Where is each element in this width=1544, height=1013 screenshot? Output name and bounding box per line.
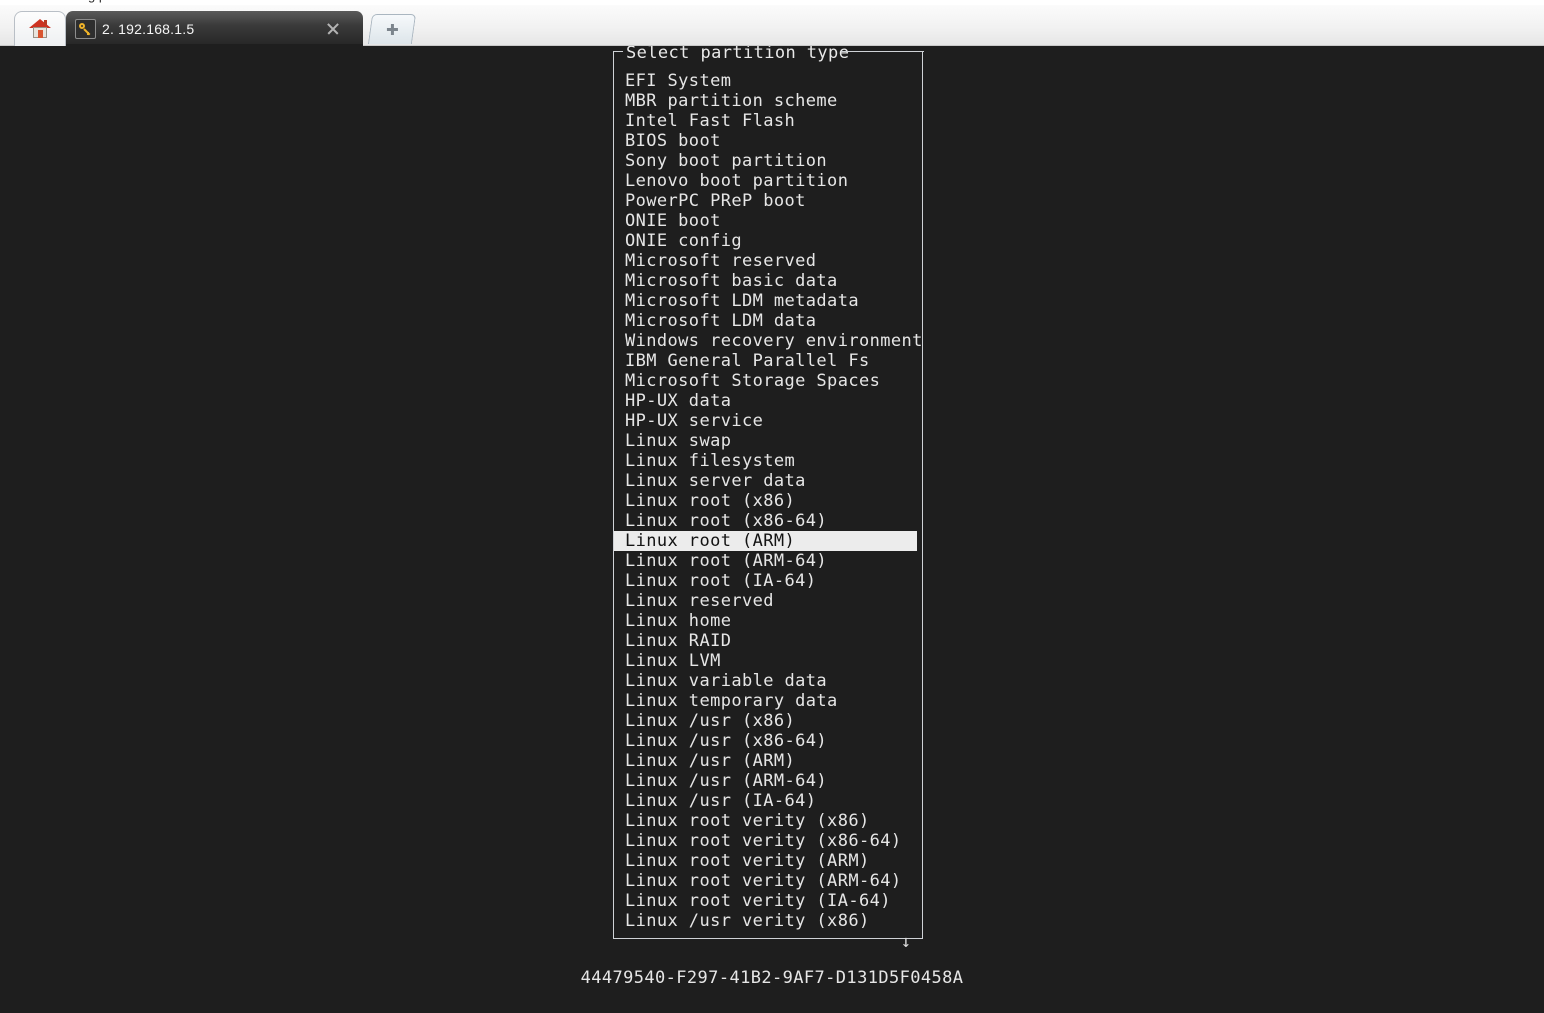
partition-type-option[interactable]: Linux root (x86-64) [614,511,922,531]
select-partition-type-dialog: Select partition type EFI System MBR part… [613,46,924,951]
partition-type-option[interactable]: Linux /usr (x86) [614,711,922,731]
partition-type-option[interactable]: EFI System [614,71,922,91]
partition-type-option[interactable]: Linux reserved [614,591,922,611]
partition-type-option[interactable]: Linux root verity (x86) [614,811,922,831]
partition-type-option[interactable]: ONIE boot [614,211,922,231]
dialog-border-corner [614,51,623,52]
window-title-clipped: g p [88,0,106,3]
partition-type-option[interactable]: MBR partition scheme [614,91,922,111]
partition-type-option[interactable]: HP-UX service [614,411,922,431]
partition-type-option[interactable]: Linux temporary data [614,691,922,711]
scroll-down-arrow-icon[interactable]: ↓ [901,934,911,951]
partition-type-option[interactable]: Linux variable data [614,671,922,691]
plus-icon [385,23,398,36]
partition-type-option[interactable]: Linux filesystem [614,451,922,471]
new-tab-button[interactable] [367,14,417,44]
partition-type-list[interactable]: EFI System MBR partition scheme Intel Fast… [614,71,922,931]
partition-type-option[interactable]: Linux root (ARM) [614,531,917,551]
key-icon [75,18,96,39]
terminal-screen[interactable]: Select partition type EFI System MBR part… [0,46,1544,1013]
partition-type-option[interactable]: Linux /usr verity (x86) [614,911,922,931]
partition-type-option[interactable]: Microsoft reserved [614,251,922,271]
dialog-title-rule [841,51,924,52]
partition-type-option[interactable]: Linux root verity (x86-64) [614,831,922,851]
partition-type-option[interactable]: Linux /usr (ARM-64) [614,771,922,791]
partition-type-option[interactable]: Linux root verity (ARM-64) [614,871,922,891]
partition-type-option[interactable]: Intel Fast Flash [614,111,922,131]
partition-type-option[interactable]: BIOS boot [614,131,922,151]
dialog-title: Select partition type [626,46,850,63]
partition-type-option[interactable]: ONIE config [614,231,922,251]
tab-home[interactable] [14,11,66,46]
partition-type-option[interactable]: Linux root verity (IA-64) [614,891,922,911]
partition-type-guid: 44479540-F297-41B2-9AF7-D131D5F0458A [580,968,964,988]
home-icon [29,19,51,39]
partition-type-option[interactable]: Linux server data [614,471,922,491]
partition-type-option[interactable]: Linux /usr (x86-64) [614,731,922,751]
partition-type-option[interactable]: Lenovo boot partition [614,171,922,191]
partition-type-option[interactable]: Linux root verity (ARM) [614,851,922,871]
partition-type-option[interactable]: Linux /usr (IA-64) [614,791,922,811]
tab-session-192-168-1-5[interactable]: 2. 192.168.1.5 [66,11,363,46]
partition-type-option[interactable]: Linux /usr (ARM) [614,751,922,771]
tab-session-label: 2. 192.168.1.5 [102,20,195,37]
dialog-title-row: Select partition type [614,46,924,71]
partition-type-option[interactable]: Microsoft LDM data [614,311,922,331]
partition-type-option[interactable]: Linux RAID [614,631,922,651]
terminal-application-window: g p 2. 192.168.1.5 [0,0,1544,1013]
partition-type-option[interactable]: Windows recovery environment [614,331,922,351]
close-icon[interactable] [323,19,343,39]
partition-type-option[interactable]: Sony boot partition [614,151,922,171]
partition-type-option[interactable]: Linux LVM [614,651,922,671]
partition-type-option[interactable]: Linux root (x86) [614,491,922,511]
partition-type-option[interactable]: IBM General Parallel Fs [614,351,922,371]
partition-type-option[interactable]: PowerPC PReP boot [614,191,922,211]
tab-bar: 2. 192.168.1.5 [0,5,1544,46]
partition-type-option[interactable]: Microsoft LDM metadata [614,291,922,311]
partition-type-option[interactable]: Linux root (IA-64) [614,571,922,591]
partition-type-option[interactable]: Linux swap [614,431,922,451]
partition-type-option[interactable]: Linux home [614,611,922,631]
partition-type-option[interactable]: Linux root (ARM-64) [614,551,922,571]
partition-type-option[interactable]: HP-UX data [614,391,922,411]
partition-type-option[interactable]: Microsoft Storage Spaces [614,371,922,391]
partition-type-option[interactable]: Microsoft basic data [614,271,922,291]
